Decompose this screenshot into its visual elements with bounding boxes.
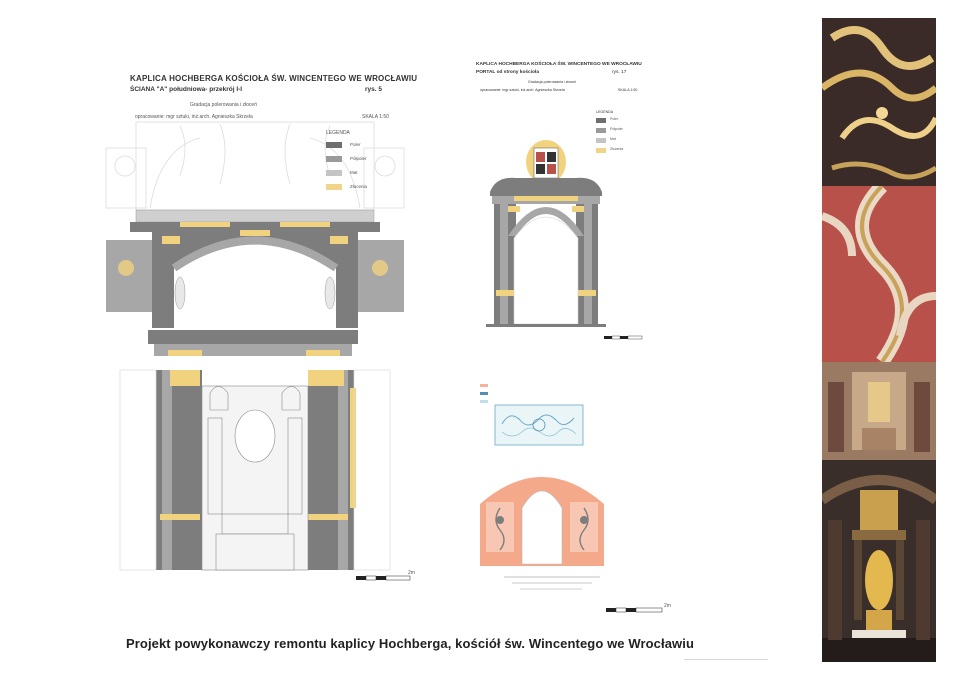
legend-label: Mat xyxy=(350,170,358,175)
legend-b-label: Złocenia xyxy=(610,147,624,151)
drawing-b-scalebar xyxy=(604,335,643,340)
legend-b-label: Poler xyxy=(610,117,619,121)
legend-label: Półpoler xyxy=(350,156,367,161)
drawing-a-left-wing xyxy=(106,240,152,312)
drawing-c-scalebar-label: 2m xyxy=(664,603,671,609)
drawing-a-sheet-number: rys. 5 xyxy=(365,86,382,93)
drawing-b-sheet-number: rys. 17 xyxy=(612,70,627,75)
legend-b-swatch xyxy=(596,128,606,133)
drawing-a-legend-title: LEGENDA xyxy=(326,130,350,136)
drawing-b-legend-title: LEGENDA xyxy=(596,110,614,114)
drawing-b-subtitle: PORTAL od strony kościoła xyxy=(476,70,539,75)
drawing-a-subtitle: ŚCIANA "A" południowa- przekrój I-I xyxy=(130,86,243,93)
drawing-a-topic: Gradacja polerowania i złoceń xyxy=(190,102,257,108)
drawing-a-upper-cornice xyxy=(135,209,375,223)
drawing-c-ornament-panel xyxy=(494,404,584,446)
legend-b-swatch xyxy=(596,148,606,153)
legend-c-swatch xyxy=(480,392,488,395)
drawing-a-scalebar xyxy=(356,575,411,581)
drawing-c-arch xyxy=(480,477,604,566)
legend-swatch-mat xyxy=(326,170,342,176)
presentation-sheet: KAPLICA HOCHBERGA KOŚCIOŁA ŚW. WINCENTEG… xyxy=(0,0,960,679)
legend-swatch-poler xyxy=(326,142,342,148)
legend-label: Złocenia xyxy=(350,184,368,189)
legend-c-swatch xyxy=(480,384,488,387)
sheet-caption: Projekt powykonawczy remontu kaplicy Hoc… xyxy=(125,636,695,651)
drawing-b-author: opracowanie: mgr sztuki, inż.arch. Agnie… xyxy=(480,88,565,92)
drawing-b-topic: Gradacja polerowania i złoceń xyxy=(528,80,577,84)
drawing-b-scale: SKALA 1:50 xyxy=(618,88,638,92)
legend-b-label: Półpoler xyxy=(610,127,623,131)
photo-chapel-altar-wide xyxy=(822,362,936,460)
legend-b-label: Mat xyxy=(610,137,616,141)
legend-label: Poler xyxy=(350,142,361,147)
drawing-a-scalebar-label: 2m xyxy=(408,570,415,576)
legend-c-swatch xyxy=(480,400,488,403)
photo-red-marble-stucco xyxy=(822,186,936,362)
drawing-a-title: KAPLICA HOCHBERGA KOŚCIOŁA ŚW. WINCENTEG… xyxy=(130,74,418,83)
drawing-a-altar xyxy=(201,385,309,571)
legend-b-swatch xyxy=(596,138,606,143)
drawing-a-vault-outline xyxy=(105,121,405,211)
legend-b-swatch xyxy=(596,118,606,123)
coat-of-arms-icon xyxy=(526,140,566,184)
drawing-a-right-wing xyxy=(358,240,404,312)
legend-swatch-zlocenia xyxy=(326,184,342,190)
drawing-b-portal xyxy=(486,140,606,327)
legend-swatch-polpoler xyxy=(326,156,342,162)
caption-rule xyxy=(684,659,768,660)
photo-gilded-altar xyxy=(822,460,936,662)
photo-gilded-stucco xyxy=(822,18,936,186)
drawing-b-title: KAPLICA HOCHBERGA KOŚCIOŁA ŚW. WINCENTEG… xyxy=(476,62,642,67)
drawing-a-entablature xyxy=(148,330,358,344)
